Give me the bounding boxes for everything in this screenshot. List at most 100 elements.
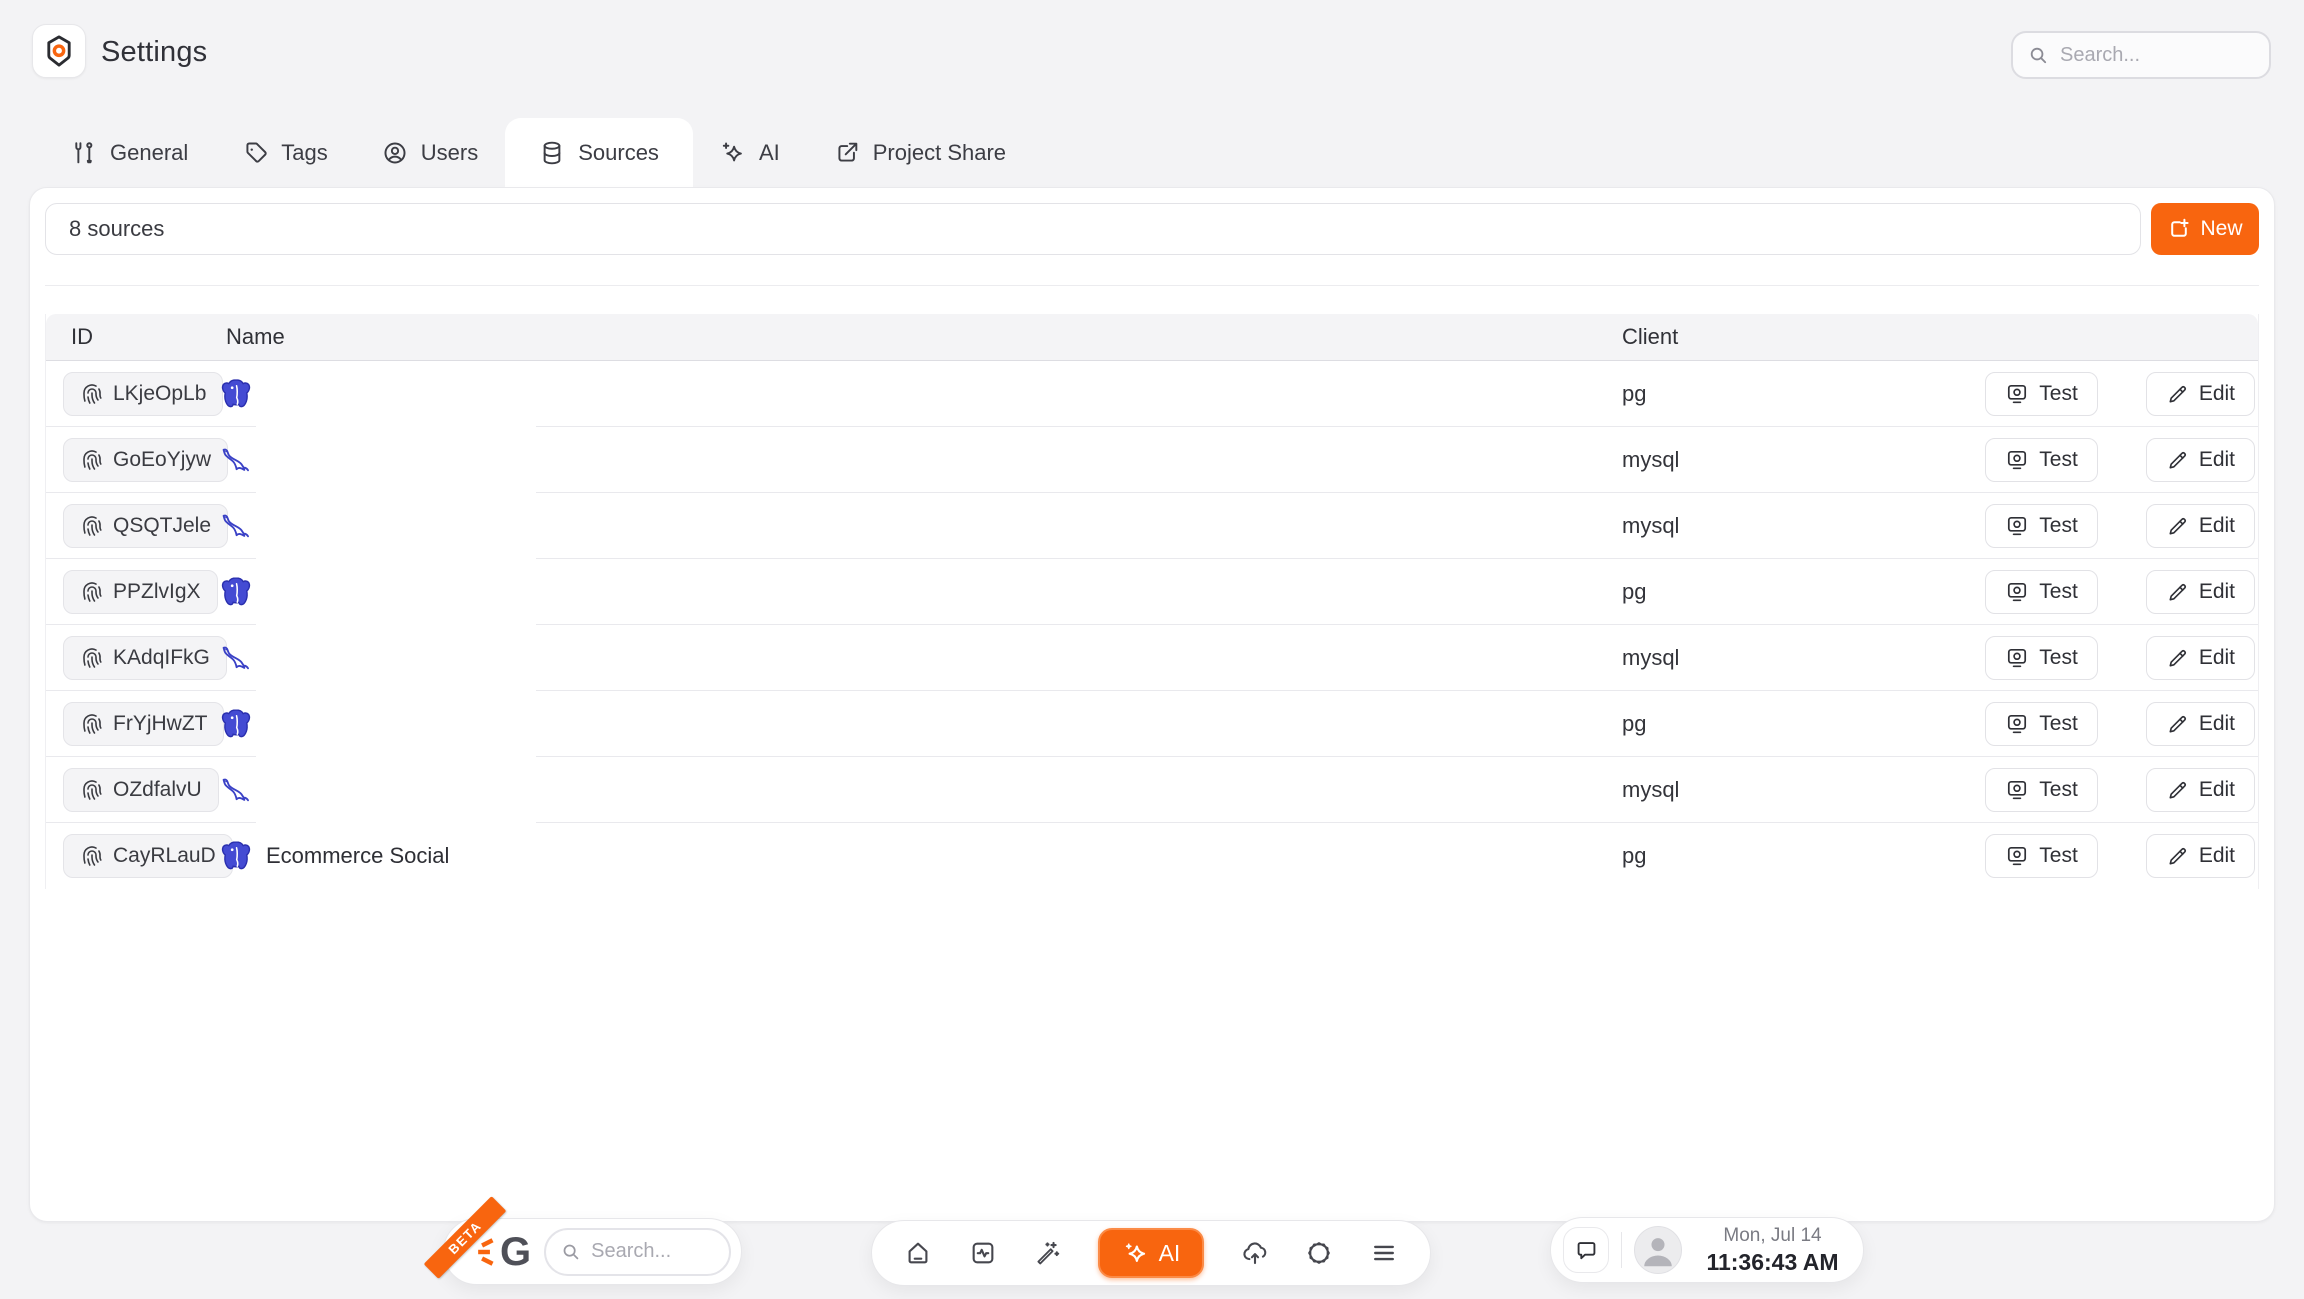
- tab-users[interactable]: Users: [355, 118, 505, 187]
- edit-button-label: Edit: [2199, 580, 2235, 604]
- table-body: LKjeOpLb pg: [46, 361, 2258, 889]
- fingerprint-icon: [80, 712, 104, 736]
- id-cell: CayRLauD: [46, 834, 216, 878]
- name-cell: [216, 377, 1572, 411]
- mysql-icon: [219, 773, 253, 807]
- edit-button-label: Edit: [2199, 514, 2235, 538]
- edit-button-label: Edit: [2199, 844, 2235, 868]
- divider: [45, 285, 2259, 286]
- source-id: OZdfalvU: [113, 778, 202, 802]
- test-button[interactable]: Test: [1985, 702, 2098, 746]
- tab-ai[interactable]: AI: [693, 118, 807, 187]
- postgres-icon: [219, 707, 253, 741]
- chat-button[interactable]: [1563, 1227, 1609, 1273]
- edit-button[interactable]: Edit: [2146, 570, 2255, 614]
- global-search[interactable]: [2011, 31, 2271, 79]
- search-input[interactable]: [2060, 44, 2255, 67]
- source-id: PPZlvIgX: [113, 580, 201, 604]
- edit-button[interactable]: Edit: [2146, 372, 2255, 416]
- test-button[interactable]: Test: [1985, 504, 2098, 548]
- source-id: QSQTJele: [113, 514, 211, 538]
- client-cell: mysql: [1572, 513, 1912, 539]
- source-id-badge: OZdfalvU: [63, 768, 219, 812]
- edit-button[interactable]: Edit: [2146, 768, 2255, 812]
- source-id-badge: GoEoYjyw: [63, 438, 228, 482]
- fingerprint-icon: [80, 514, 104, 538]
- tag-icon: [242, 140, 268, 166]
- search-icon: [560, 1241, 582, 1263]
- actions-cell: Test Edit: [1912, 636, 2258, 680]
- edit-button[interactable]: Edit: [2146, 702, 2255, 746]
- fingerprint-icon: [80, 844, 104, 868]
- pencil-icon: [2166, 779, 2189, 802]
- tools-icon: [71, 140, 97, 166]
- edit-button-label: Edit: [2199, 448, 2235, 472]
- tab-project-share[interactable]: Project Share: [807, 118, 1033, 187]
- device-test-icon: [2005, 844, 2029, 868]
- openai-icon[interactable]: [1305, 1239, 1333, 1267]
- tab-label: AI: [759, 140, 780, 166]
- name-cell: [216, 443, 1572, 477]
- test-button-label: Test: [2039, 382, 2078, 406]
- postgres-icon: [219, 839, 253, 873]
- table-row: KAdqIFkG mysql: [46, 625, 2258, 691]
- sources-count-bar: 8 sources: [45, 203, 2141, 255]
- table-row: LKjeOpLb pg: [46, 361, 2258, 427]
- test-button[interactable]: Test: [1985, 372, 2098, 416]
- menu-icon[interactable]: [1370, 1239, 1398, 1267]
- name-cell: [216, 575, 1572, 609]
- tab-label: General: [110, 140, 188, 166]
- test-button-label: Test: [2039, 580, 2078, 604]
- test-button-label: Test: [2039, 778, 2078, 802]
- wand-icon[interactable]: [1033, 1239, 1061, 1267]
- actions-cell: Test Edit: [1912, 834, 2258, 878]
- tab-sources[interactable]: Sources: [505, 118, 693, 187]
- table-row: PPZlvIgX pg: [46, 559, 2258, 625]
- source-client: pg: [1622, 381, 1646, 406]
- test-button[interactable]: Test: [1985, 570, 2098, 614]
- device-test-icon: [2005, 514, 2029, 538]
- footer-search[interactable]: [544, 1228, 731, 1276]
- pencil-icon: [2166, 383, 2189, 406]
- edit-button[interactable]: Edit: [2146, 504, 2255, 548]
- client-cell: pg: [1572, 711, 1912, 737]
- app-brand-logo: G: [474, 1232, 531, 1272]
- settings-logo-icon: [41, 33, 77, 69]
- client-cell: mysql: [1572, 777, 1912, 803]
- pencil-icon: [2166, 647, 2189, 670]
- tab-label: Project Share: [873, 140, 1006, 166]
- tab-general[interactable]: General: [44, 118, 215, 187]
- edit-button[interactable]: Edit: [2146, 834, 2255, 878]
- tab-label: Users: [421, 140, 478, 166]
- activity-icon[interactable]: [969, 1239, 997, 1267]
- divider: [1621, 1232, 1622, 1268]
- mysql-icon: [219, 641, 253, 675]
- postgres-icon: [219, 377, 253, 411]
- edit-button[interactable]: Edit: [2146, 636, 2255, 680]
- column-header-client: Client: [1572, 324, 1912, 350]
- test-button[interactable]: Test: [1985, 834, 2098, 878]
- sources-table: ID Name Client LKjeOpLb: [45, 314, 2259, 889]
- id-cell: KAdqIFkG: [46, 636, 216, 680]
- new-source-button[interactable]: New: [2151, 203, 2259, 255]
- source-id-badge: FrYjHwZT: [63, 702, 224, 746]
- avatar[interactable]: [1634, 1226, 1682, 1274]
- source-client: pg: [1622, 579, 1646, 604]
- actions-cell: Test Edit: [1912, 702, 2258, 746]
- test-button-label: Test: [2039, 646, 2078, 670]
- test-button[interactable]: Test: [1985, 636, 2098, 680]
- footer-search-input[interactable]: [591, 1240, 715, 1263]
- source-id-badge: QSQTJele: [63, 504, 228, 548]
- cloud-upload-icon[interactable]: [1241, 1239, 1269, 1267]
- ai-assistant-button[interactable]: AI: [1098, 1228, 1204, 1278]
- edit-button[interactable]: Edit: [2146, 438, 2255, 482]
- test-button[interactable]: Test: [1985, 438, 2098, 482]
- test-button[interactable]: Test: [1985, 768, 2098, 812]
- pencil-icon: [2166, 581, 2189, 604]
- home-icon[interactable]: [904, 1239, 932, 1267]
- clock: Mon, Jul 14 11:36:43 AM: [1694, 1224, 1851, 1277]
- name-cell: Ecommerce Social: [216, 839, 1572, 873]
- id-cell: GoEoYjyw: [46, 438, 216, 482]
- pencil-icon: [2166, 515, 2189, 538]
- tab-tags[interactable]: Tags: [215, 118, 354, 187]
